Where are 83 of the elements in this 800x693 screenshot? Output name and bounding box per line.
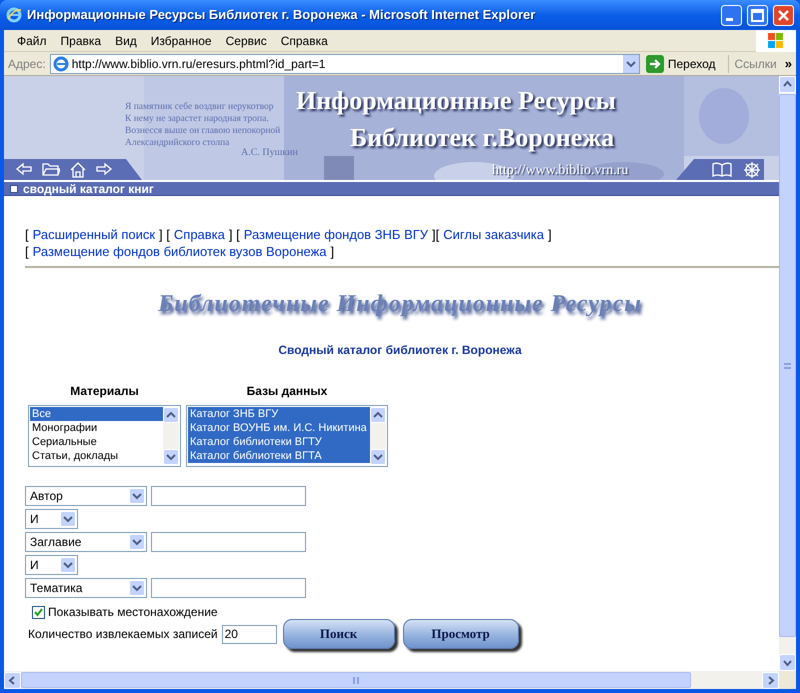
menu-item[interactable]: Избранное xyxy=(144,32,219,50)
book-icon[interactable] xyxy=(712,162,732,177)
operator-select[interactable]: И xyxy=(25,555,78,575)
list-option[interactable]: Сериальные xyxy=(30,435,163,449)
quote-line: Я памятник себе воздвиг нерукотвор xyxy=(125,101,274,113)
menu-item[interactable]: Правка xyxy=(54,32,108,50)
horizontal-scrollbar[interactable] xyxy=(4,671,779,689)
scroll-up-icon[interactable] xyxy=(370,407,386,423)
bracket-text: ][ xyxy=(432,226,440,243)
link[interactable]: Сиглы заказчика xyxy=(443,226,544,243)
section-title: сводный каталог книг xyxy=(23,182,154,196)
wheel-icon[interactable] xyxy=(744,162,760,178)
address-label: Адрес: xyxy=(8,56,46,72)
count-field[interactable]: 20 xyxy=(222,624,277,644)
operator-select[interactable]: И xyxy=(25,509,78,529)
list-option[interactable]: Каталог ВОУНБ им. И.С. Никитина xyxy=(188,421,370,435)
subtitle: Сводный каталог библиотек г. Воронежа xyxy=(278,342,522,359)
menu-item[interactable]: Файл xyxy=(10,32,54,50)
list-option[interactable]: Монографии xyxy=(30,421,163,435)
home-icon[interactable] xyxy=(70,162,86,178)
banner-url: http://www.biblio.vrn.ru xyxy=(492,162,628,180)
search-button[interactable]: Поиск xyxy=(282,619,395,649)
search-input-field[interactable] xyxy=(151,532,306,552)
scroll-up-icon[interactable] xyxy=(779,76,796,93)
link[interactable]: Справка xyxy=(174,226,225,243)
list-option[interactable]: Статьи, доклады xyxy=(30,449,163,463)
quote-author: А.С. Пушкин xyxy=(241,146,298,160)
browser-logo-icon xyxy=(6,7,22,23)
menu-item[interactable]: Сервис xyxy=(218,32,274,50)
list-box[interactable]: Каталог ЗНБ ВГУ Каталог ВОУНБ им. И.С. Никитина Каталог библиотеки ВГТУ Каталог библиотеки ВГТА xyxy=(186,405,388,467)
checkbox[interactable] xyxy=(32,606,45,618)
list-box[interactable]: Все Монографии Сериальные Статьи, доклады xyxy=(28,405,181,467)
scroll-down-icon[interactable] xyxy=(370,449,386,465)
scroll-down-icon[interactable] xyxy=(163,449,179,465)
list-label: Материалы xyxy=(70,383,139,400)
quote-line: К нему не зарастет народная тропа. xyxy=(125,113,270,125)
search-input-field[interactable] xyxy=(151,578,306,598)
count-label: Количество извлекаемых записей xyxy=(28,626,218,643)
banner-title: Информационные Ресурсы xyxy=(296,86,616,116)
more-chevron[interactable]: » xyxy=(784,54,792,74)
search-button[interactable]: Просмотр xyxy=(402,619,519,649)
field-select[interactable]: Заглавие xyxy=(25,532,147,552)
link[interactable]: Расширенный поиск xyxy=(32,226,156,243)
menu-item[interactable]: Справка xyxy=(274,32,335,50)
folder-icon[interactable] xyxy=(42,162,60,176)
minimize-icon[interactable] xyxy=(721,4,742,26)
page-icon xyxy=(52,56,69,72)
maximize-icon[interactable] xyxy=(747,4,768,26)
menu-item[interactable]: Вид xyxy=(108,32,144,50)
bracket-text: [ xyxy=(25,226,29,243)
checkbox-label: Показывать местонахождение xyxy=(48,604,218,621)
page-heading: Библиотечные Информационные Ресурсы xyxy=(158,290,642,319)
link[interactable]: Размещение фондов ЗНБ ВГУ xyxy=(244,226,428,243)
quote-line: Вознесся выше он главою непокорной xyxy=(125,125,280,137)
window-title: Информационные Ресурсы Библиотек г. Воронежа - Microsoft Internet Explorer xyxy=(27,6,536,24)
banner-title: Библиотек г.Воронежа xyxy=(350,123,614,153)
scroll-thumb[interactable] xyxy=(21,672,691,688)
field-select[interactable]: Тематика xyxy=(25,578,147,598)
bracket-text: ] [ xyxy=(228,226,240,243)
bracket-text: [ xyxy=(25,243,29,260)
square-icon xyxy=(10,184,18,192)
arrow-right-icon[interactable] xyxy=(96,162,112,176)
scroll-right-icon[interactable] xyxy=(762,672,779,688)
list-option[interactable]: Каталог библиотеки ВГТА xyxy=(188,449,370,463)
scroll-left-icon[interactable] xyxy=(4,672,21,688)
scroll-up-icon[interactable] xyxy=(163,407,179,423)
quote-line: Александрийского столпа xyxy=(125,137,230,149)
list-option[interactable]: Все xyxy=(30,407,163,421)
bracket-text: ] xyxy=(548,226,552,243)
field-select[interactable]: Автор xyxy=(25,486,147,506)
windows-flag-icon xyxy=(756,30,796,52)
go-button[interactable]: Переход xyxy=(644,54,718,74)
address-field[interactable]: http://www.biblio.vrn.ru/eresurs.phtml?id_part=1 xyxy=(50,54,640,74)
list-label: Базы данных xyxy=(246,383,328,400)
scroll-down-icon[interactable] xyxy=(779,654,796,671)
list-option[interactable]: Каталог библиотеки ВГТУ xyxy=(188,435,370,449)
link[interactable]: Размещение фондов библиотек вузов Воронежа xyxy=(32,243,327,260)
search-input-field[interactable] xyxy=(151,486,306,506)
bracket-text: ] [ xyxy=(159,226,170,243)
bracket-text: ] xyxy=(330,243,334,260)
list-option[interactable]: Каталог ЗНБ ВГУ xyxy=(188,407,370,421)
close-icon[interactable] xyxy=(773,4,794,26)
arrow-left-icon[interactable] xyxy=(16,162,32,176)
